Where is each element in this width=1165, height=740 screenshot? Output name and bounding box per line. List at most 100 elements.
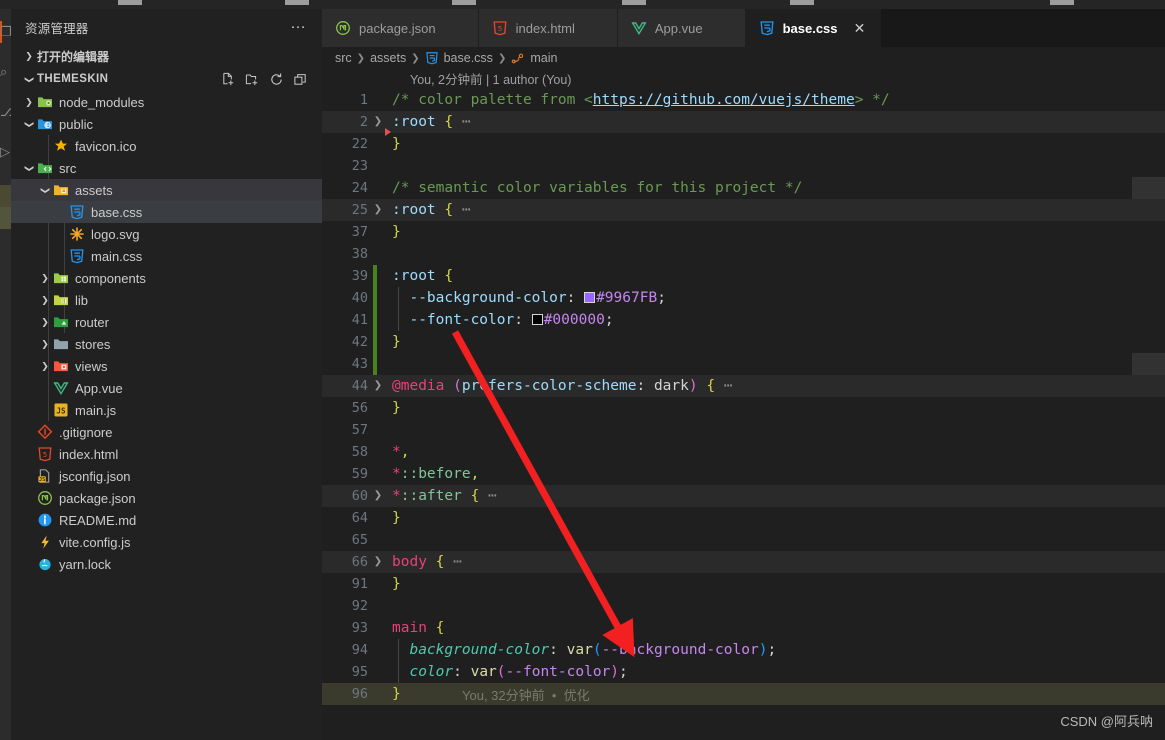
tree-folder-src[interactable]: src: [11, 157, 322, 179]
code-line-37[interactable]: 37}: [322, 221, 1165, 243]
tab-App.vue[interactable]: App.vue✕: [617, 9, 746, 47]
code-line-25[interactable]: 25 ❯:root { ⋯: [322, 199, 1165, 221]
source-control-icon[interactable]: ⎇: [0, 103, 11, 121]
breadcrumb-item[interactable]: main: [530, 51, 557, 65]
fold-chevron-icon[interactable]: ❯: [368, 551, 388, 573]
open-editors-section-header[interactable]: 打开的编辑器: [11, 45, 322, 67]
chevron-right-icon[interactable]: [37, 317, 53, 328]
collapse-all-icon[interactable]: [293, 72, 308, 87]
code-line-56[interactable]: 56}: [322, 397, 1165, 419]
breadcrumb-item[interactable]: assets: [370, 51, 406, 65]
chevron-right-icon[interactable]: [21, 97, 37, 108]
menu-bar[interactable]: [0, 0, 1165, 9]
tree-file-base.css[interactable]: base.css: [11, 201, 322, 223]
close-icon[interactable]: ✕: [853, 21, 867, 35]
explorer-icon[interactable]: ❐: [0, 23, 11, 41]
code-text: --background-color: #9967FB;: [409, 290, 666, 306]
code-line-43[interactable]: 43: [322, 353, 1165, 375]
more-actions-icon[interactable]: …: [284, 16, 312, 35]
code-line-1[interactable]: 1 /* color palette from <https://github.c…: [322, 89, 1165, 111]
tree-folder-assets[interactable]: assets: [11, 179, 322, 201]
new-file-icon[interactable]: [221, 72, 236, 87]
tree-file-App.vue[interactable]: App.vue: [11, 377, 322, 399]
project-section-header[interactable]: THEMESKIN: [11, 67, 322, 91]
chevron-right-icon[interactable]: [37, 295, 53, 306]
menu-item[interactable]: [1050, 0, 1074, 5]
code-line-38[interactable]: 38: [322, 243, 1165, 265]
chevron-down-icon[interactable]: [21, 119, 37, 130]
breadcrumb-item[interactable]: src: [335, 51, 352, 65]
chevron-right-icon[interactable]: [37, 361, 53, 372]
tree-file-logo.svg[interactable]: logo.svg: [11, 223, 322, 245]
tree-folder-lib[interactable]: lib: [11, 289, 322, 311]
chevron-right-icon[interactable]: [37, 339, 53, 350]
tree-file-.gitignore[interactable]: .gitignore: [11, 421, 322, 443]
breadcrumb-item[interactable]: base.css: [444, 51, 493, 65]
tab-package.json[interactable]: package.json✕: [322, 9, 479, 47]
code-line-22[interactable]: 22}: [322, 133, 1165, 155]
code-line-41[interactable]: 41 --font-color: #000000;: [322, 309, 1165, 331]
code-line-60[interactable]: 60 ❯ *::after { ⋯: [322, 485, 1165, 507]
tree-file-vite.config.js[interactable]: vite.config.js: [11, 531, 322, 553]
code-line-58[interactable]: 58 *,: [322, 441, 1165, 463]
menu-item[interactable]: [790, 0, 814, 5]
code-line-93[interactable]: 93 main {: [322, 617, 1165, 639]
code-line-39[interactable]: 39:root {: [322, 265, 1165, 287]
code-editor[interactable]: 1 /* color palette from <https://github.c…: [322, 89, 1165, 740]
search-icon[interactable]: ⌕: [0, 63, 11, 81]
tree-file-yarn.lock[interactable]: yarn.lock: [11, 553, 322, 575]
fold-chevron-icon[interactable]: ❯: [368, 199, 388, 221]
line-number: 38: [351, 246, 368, 262]
menu-item[interactable]: [285, 0, 309, 5]
run-debug-icon[interactable]: ▷: [0, 143, 11, 161]
code-line-96[interactable]: 96}: [322, 683, 1165, 705]
code-line-59[interactable]: 59 *::before,: [322, 463, 1165, 485]
code-line-24[interactable]: 24 /* semantic color variables for this p…: [322, 177, 1165, 199]
code-text: main {: [392, 620, 445, 636]
tree-file-README.md[interactable]: README.md: [11, 509, 322, 531]
svg-text:JS: JS: [39, 477, 46, 483]
menu-item[interactable]: [452, 0, 476, 5]
refresh-icon[interactable]: [269, 72, 284, 87]
code-line-64[interactable]: 64}: [322, 507, 1165, 529]
tree-file-package.json[interactable]: package.json: [11, 487, 322, 509]
tab-base.css[interactable]: base.css ✕: [745, 9, 881, 47]
code-line-95[interactable]: 95 color: var(--font-color);: [322, 661, 1165, 683]
code-line-94[interactable]: 94 background-color: var(--background-co…: [322, 639, 1165, 661]
tree-file-favicon.ico[interactable]: favicon.ico: [11, 135, 322, 157]
code-line-65[interactable]: 65: [322, 529, 1165, 551]
vscode-window: ❐ ⌕ ⎇ ▷ ⊞ 资源管理器 … 打开的编辑器 THEMESKIN: [0, 0, 1165, 740]
tab-index.html[interactable]: 5index.html✕: [478, 9, 618, 47]
menu-item[interactable]: [622, 0, 646, 5]
code-line-42[interactable]: 42}: [322, 331, 1165, 353]
chevron-down-icon[interactable]: [37, 185, 53, 196]
menu-item[interactable]: [118, 0, 142, 5]
chevron-down-icon[interactable]: [21, 163, 37, 174]
tree-file-jsconfig.json[interactable]: JS jsconfig.json: [11, 465, 322, 487]
code-line-44[interactable]: 44 ❯ @media (prefers-color-scheme: dark) {…: [322, 375, 1165, 397]
code-line-23[interactable]: 23: [322, 155, 1165, 177]
tree-file-main.js[interactable]: JS main.js: [11, 399, 322, 421]
vue-icon: [631, 20, 647, 36]
code-line-91[interactable]: 91}: [322, 573, 1165, 595]
code-indent-guide: [398, 639, 399, 683]
tree-folder-router[interactable]: router: [11, 311, 322, 333]
tree-folder-public[interactable]: public: [11, 113, 322, 135]
code-line-66[interactable]: 66 ❯ body { ⋯: [322, 551, 1165, 573]
file-tree: node_modulespublic favicon.ico src assets ba…: [11, 91, 322, 575]
chevron-right-icon[interactable]: [37, 273, 53, 284]
tree-folder-stores[interactable]: stores: [11, 333, 322, 355]
code-line-57[interactable]: 57: [322, 419, 1165, 441]
fold-chevron-icon[interactable]: ❯: [368, 375, 388, 397]
code-line-2[interactable]: 2 ❯:root { ⋯: [322, 111, 1165, 133]
tree-file-index.html[interactable]: 5 index.html: [11, 443, 322, 465]
tree-folder-node_modules[interactable]: node_modules: [11, 91, 322, 113]
tree-file-main.css[interactable]: main.css: [11, 245, 322, 267]
code-line-40[interactable]: 40 --background-color: #9967FB;: [322, 287, 1165, 309]
tree-folder-components[interactable]: components: [11, 267, 322, 289]
new-folder-icon[interactable]: [245, 72, 260, 87]
git-change-bar: [373, 265, 377, 375]
tree-folder-views[interactable]: views: [11, 355, 322, 377]
code-line-92[interactable]: 92: [322, 595, 1165, 617]
fold-chevron-icon[interactable]: ❯: [368, 485, 388, 507]
